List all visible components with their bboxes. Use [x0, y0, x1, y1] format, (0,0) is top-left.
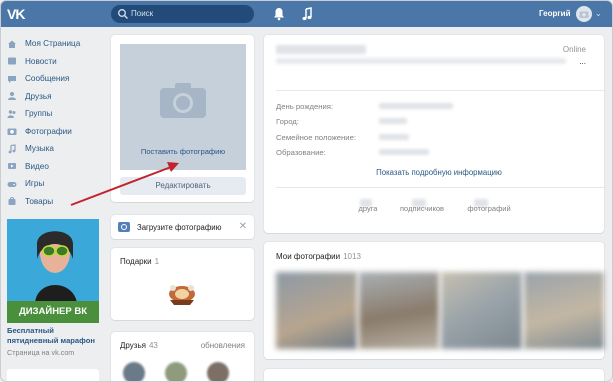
sidebar-item-label: Моя Страница: [25, 39, 81, 49]
avatar-card: Поставить фотографию Редактировать: [111, 35, 254, 202]
my-photos-count: 1013: [343, 252, 361, 261]
gifts-title: Подарки: [120, 257, 152, 266]
sidebar-item-label: Новости: [25, 56, 57, 66]
friends-title: Друзья: [120, 341, 146, 350]
edit-button[interactable]: Редактировать: [120, 177, 246, 195]
photo-placeholder[interactable]: Поставить фотографию: [120, 44, 246, 170]
info-label: Город:: [276, 117, 299, 126]
friends-card: Друзья 43 обновления: [111, 332, 254, 381]
ad-banner-image[interactable]: ДИЗАЙНЕР ВК: [7, 219, 99, 323]
groups-icon: [7, 109, 17, 119]
camera-icon: [7, 126, 17, 136]
gifts-card: Подарки 1: [111, 248, 254, 320]
sidebar-item-label: Товары: [25, 196, 54, 206]
sidebar-item[interactable]: Музыка: [7, 140, 103, 158]
sidebar-item-label: Музыка: [25, 144, 54, 154]
sidebar-item[interactable]: Сообщения: [7, 70, 103, 88]
video-icon: [7, 161, 17, 171]
photos-strip: [276, 272, 604, 349]
upload-photo-card[interactable]: Загрузите фотографию ✕: [111, 215, 254, 239]
sidebar-item-label: Видео: [25, 161, 49, 171]
search-input[interactable]: Поиск: [111, 5, 254, 23]
sidebar-item-label: Фотографии: [25, 126, 72, 136]
sidebar-item[interactable]: Группы: [7, 105, 103, 123]
sidebar-item[interactable]: Новости: [7, 53, 103, 71]
friends-header[interactable]: Друзья 43: [120, 341, 158, 350]
show-details-link[interactable]: Показать подробную информацию: [264, 168, 612, 177]
sidebar-item-label: Игры: [25, 179, 45, 189]
my-photos-title: Мои фотографии: [276, 252, 341, 261]
ad-banner-text: ДИЗАЙНЕР ВК: [7, 301, 99, 323]
search-placeholder: Поиск: [131, 9, 154, 18]
sidebar-item-label: Сообщения: [25, 74, 70, 84]
user-name[interactable]: Георгий: [539, 9, 571, 18]
gifts-count: 1: [154, 257, 160, 266]
friends-icon: [7, 91, 17, 101]
set-photo-link[interactable]: Поставить фотографию: [120, 147, 246, 156]
ad-title[interactable]: Бесплатный пятидневный марафон: [7, 326, 103, 346]
close-icon[interactable]: ✕: [239, 221, 247, 232]
bell-icon[interactable]: [273, 7, 285, 21]
sidebar-item[interactable]: Моя Страница: [7, 35, 103, 53]
camera-icon: [118, 222, 130, 232]
photo-thumb[interactable]: [358, 272, 439, 349]
sidebar-box: [7, 369, 99, 381]
messages-icon: [7, 74, 17, 84]
photo-thumb[interactable]: [276, 272, 357, 349]
info-label: Образование:: [276, 148, 326, 157]
user-avatar[interactable]: [576, 6, 592, 22]
info-value-blurred: [379, 149, 429, 155]
friends-updates-link[interactable]: обновления: [201, 341, 245, 350]
sidebar-item[interactable]: Друзья: [7, 88, 103, 106]
sidebar-item-label: Группы: [25, 109, 53, 119]
gift-icon[interactable]: [164, 280, 200, 306]
profile-status-blurred: [276, 58, 566, 64]
info-label: Семейное положение:: [276, 133, 357, 142]
camera-icon: [160, 83, 206, 118]
stat-friends-label[interactable]: друга: [338, 204, 398, 213]
stat-followers-label[interactable]: подписчиков: [392, 204, 452, 213]
upload-photo-label[interactable]: Загрузите фотографию: [137, 223, 222, 232]
sidebar-item-label: Друзья: [25, 91, 52, 101]
divider: [276, 90, 606, 91]
friend-avatar[interactable]: [165, 362, 187, 381]
music-icon: [7, 144, 17, 154]
home-icon: [7, 39, 17, 49]
ad-woman-image: [35, 231, 77, 303]
vk-logo[interactable]: VK: [7, 6, 31, 22]
friend-avatar[interactable]: [207, 362, 229, 381]
news-icon: [7, 56, 17, 66]
music-note-icon[interactable]: [301, 7, 313, 21]
photo-thumb[interactable]: [523, 272, 604, 349]
chevron-down-icon[interactable]: ⌄: [595, 9, 602, 18]
gamepad-icon: [7, 179, 17, 189]
info-label: День рождения:: [276, 102, 334, 111]
sidebar-item[interactable]: Игры: [7, 175, 103, 193]
divider: [276, 187, 606, 188]
friend-avatar[interactable]: [123, 362, 145, 381]
top-header: VK Поиск Георгий ⌄: [1, 1, 612, 27]
photo-thumb[interactable]: [441, 272, 522, 349]
ad-source: Страница на vk.com: [7, 348, 75, 357]
gifts-header[interactable]: Подарки 1: [120, 257, 159, 266]
more-dots[interactable]: ...: [579, 57, 586, 66]
sidebar-item[interactable]: Товары: [7, 193, 103, 211]
info-value-blurred: [379, 134, 409, 140]
camera-icon: [579, 11, 589, 18]
my-photos-card: Мои фотографии 1013: [264, 242, 604, 359]
vk-page: VK Поиск Георгий ⌄ Моя Страница Новости …: [0, 0, 613, 382]
next-card: [264, 369, 604, 381]
profile-name-blurred: [276, 45, 366, 54]
online-status: Online: [562, 45, 586, 54]
info-value-blurred: [379, 118, 407, 124]
bag-icon: [7, 196, 17, 206]
left-sidebar: Моя Страница Новости Сообщения Друзья Группы…: [7, 35, 103, 210]
info-value-blurred: [379, 103, 453, 109]
stat-photos-label[interactable]: фотографий: [459, 204, 519, 213]
search-icon: [118, 9, 128, 19]
friends-count: 43: [148, 341, 158, 350]
sidebar-item[interactable]: Фотографии: [7, 123, 103, 141]
my-photos-header[interactable]: Мои фотографии 1013: [276, 252, 361, 261]
sidebar-item[interactable]: Видео: [7, 158, 103, 176]
